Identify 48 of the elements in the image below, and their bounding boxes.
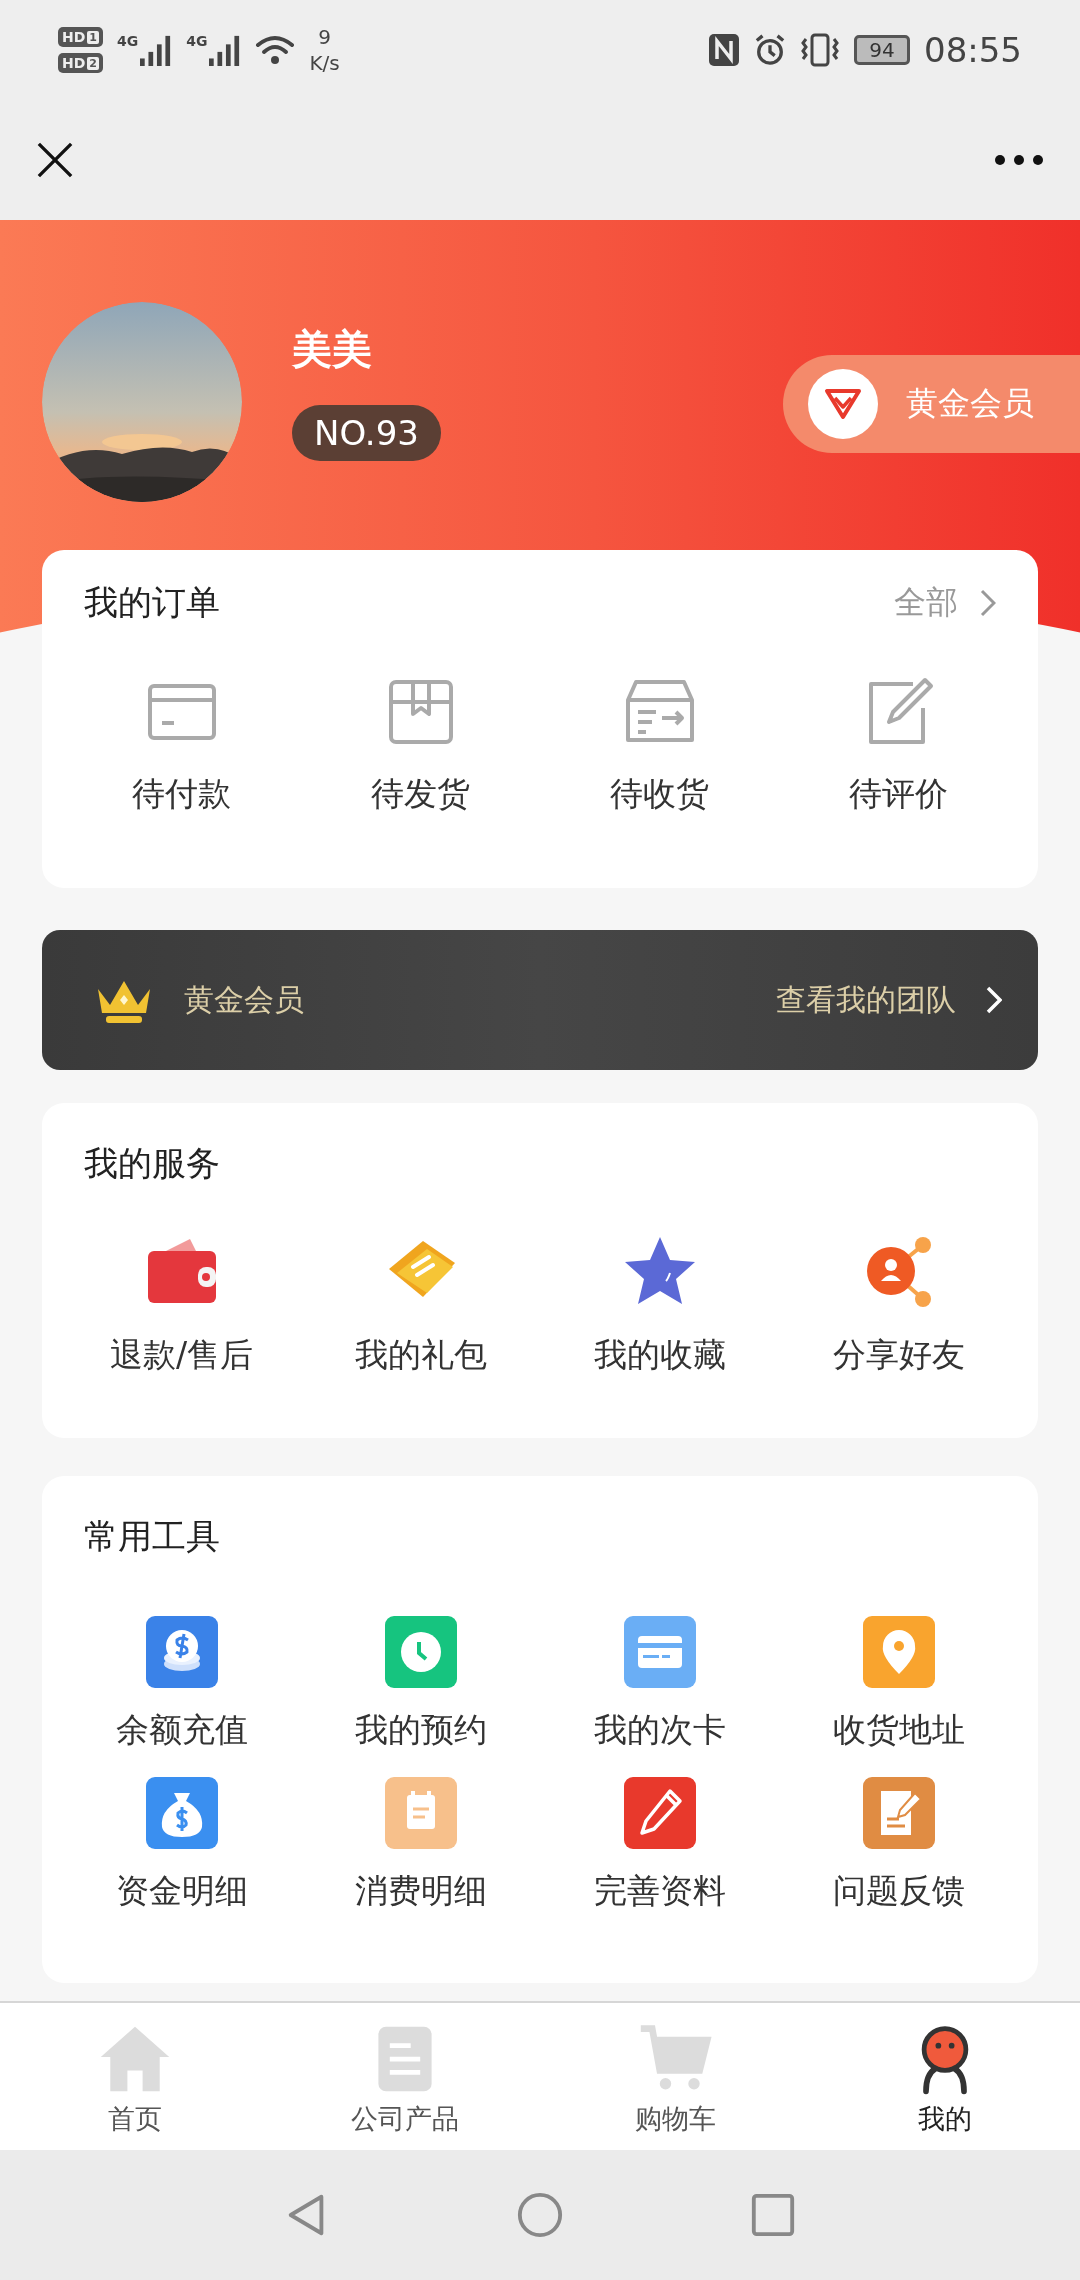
order-status-item[interactable]: 待付款 (62, 676, 301, 817)
tab-bar-item[interactable]: 公司产品 (270, 2003, 540, 2150)
home-button-icon[interactable] (516, 2191, 564, 2239)
tool-item[interactable]: 资金明细 (62, 1777, 301, 1914)
recent-apps-icon[interactable] (749, 2191, 797, 2239)
network-type: 4G (186, 33, 208, 49)
tool-item[interactable]: 我的次卡 (540, 1616, 779, 1753)
user-name: 美美 (292, 325, 372, 374)
section-title: 常用工具 (84, 1515, 220, 1558)
chevron-right-icon (980, 589, 996, 617)
service-item[interactable]: 我的收藏 (540, 1233, 779, 1378)
service-item[interactable]: 分享好友 (779, 1233, 1018, 1378)
tool-item[interactable]: 问题反馈 (779, 1777, 1018, 1914)
speed-unit: K/s (309, 50, 340, 76)
hd-badge: HD 1 (58, 27, 103, 47)
hd-badge: HD 2 (58, 53, 103, 73)
network-type: 4G (117, 33, 139, 49)
membership-banner[interactable]: 黄金会员 查看我的团队 (42, 930, 1038, 1070)
service-item[interactable]: 退款/售后 (62, 1233, 301, 1378)
team-link[interactable]: 查看我的团队 (776, 979, 956, 1021)
section-title: 我的服务 (84, 1142, 220, 1185)
wifi-icon (255, 34, 296, 66)
tool-item[interactable]: 我的预约 (301, 1616, 540, 1753)
membership-level: 黄金会员 (184, 980, 304, 1019)
chevron-right-icon (986, 986, 1002, 1014)
service-item[interactable]: 我的礼包 (301, 1233, 540, 1378)
order-status-item[interactable]: 待发货 (301, 676, 540, 817)
close-icon[interactable] (36, 141, 74, 179)
member-number: NO.93 (292, 405, 441, 461)
order-status-item[interactable]: 待收货 (540, 676, 779, 817)
tool-item[interactable]: 收货地址 (779, 1616, 1018, 1753)
order-status-item[interactable]: 待评价 (779, 676, 1018, 817)
alarm-icon (754, 33, 786, 67)
signal-icon (209, 33, 242, 67)
tool-item[interactable]: 完善资料 (540, 1777, 779, 1914)
tool-item[interactable]: 余额充值 (62, 1616, 301, 1753)
clock-time: 08:55 (924, 30, 1022, 70)
nfc-icon (708, 33, 740, 67)
signal-icon (140, 33, 173, 67)
battery-icon: 94 (854, 35, 910, 65)
section-title: 我的订单 (84, 581, 220, 624)
tab-bar-item[interactable]: 我的 (810, 2003, 1080, 2150)
vibrate-icon (800, 33, 840, 67)
speed-value: 9 (318, 24, 331, 50)
tab-bar-item[interactable]: 购物车 (540, 2003, 810, 2150)
tab-bar-item[interactable]: 首页 (0, 2003, 270, 2150)
more-icon[interactable] (994, 154, 1044, 166)
tool-item[interactable]: 消费明细 (301, 1777, 540, 1914)
